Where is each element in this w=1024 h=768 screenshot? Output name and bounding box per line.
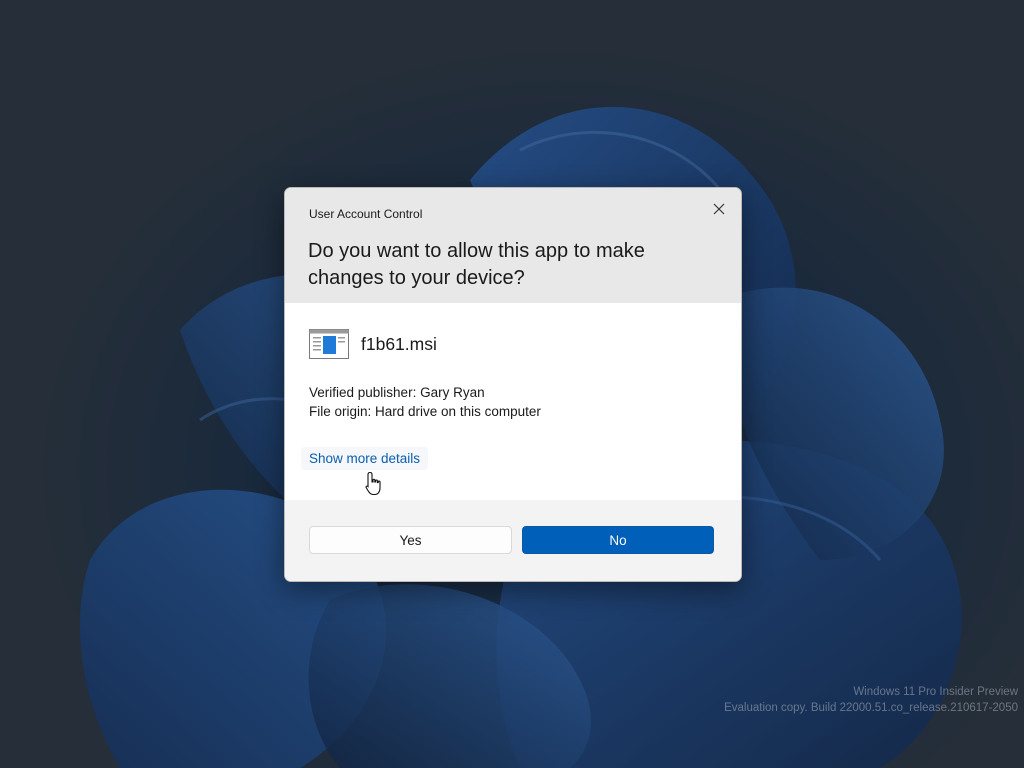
uac-question: Do you want to allow this app to make ch… [308,240,645,289]
show-more-details-link[interactable]: Show more details [301,447,429,470]
uac-dialog: User Account Control Do you want to allo… [284,187,742,582]
hand-pointer-cursor [365,471,381,496]
yes-button[interactable]: Yes [309,526,512,554]
uac-footer: Yes No [285,500,741,581]
uac-header: User Account Control Do you want to allo… [285,188,741,303]
no-button[interactable]: No [522,526,714,554]
app-row: f1b61.msi [309,328,437,360]
file-origin-text: File origin: Hard drive on this computer [309,404,541,419]
publisher-text: Verified publisher: Gary Ryan [309,385,485,400]
installer-app-icon [309,329,349,359]
close-button[interactable] [703,194,735,224]
watermark-line-1: Windows 11 Pro Insider Preview [853,686,1018,698]
watermark-line-2: Evaluation copy. Build 22000.51.co_relea… [724,702,1018,714]
close-icon [713,203,725,215]
evaluation-watermark: Windows 11 Pro Insider Preview Evaluatio… [724,684,1018,716]
app-name: f1b61.msi [361,333,437,354]
uac-caption: User Account Control [309,207,423,221]
